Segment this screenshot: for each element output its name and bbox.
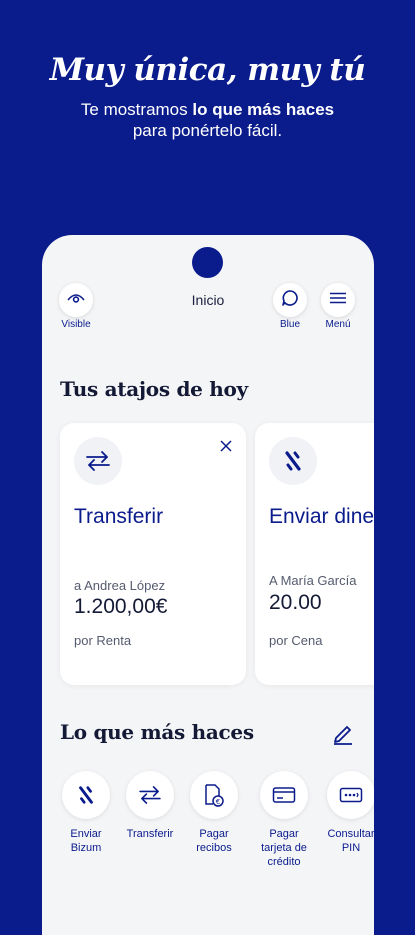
menu-label: Menú <box>325 319 351 330</box>
shortcuts-title: Tus atajos de hoy <box>60 377 248 401</box>
close-icon[interactable] <box>220 439 232 457</box>
quick-action-label: Enviar Bizum <box>70 828 102 854</box>
bizum-icon <box>62 771 110 819</box>
shortcut-card[interactable]: Enviar dinero A María García 20.00 por C… <box>255 423 374 685</box>
hero-subtitle: Te mostramos lo que más haces para ponér… <box>0 99 415 141</box>
card-concept: por Renta <box>74 633 132 648</box>
hero-title: Muy única, muy tú <box>49 52 366 88</box>
svg-text:€: € <box>216 798 220 806</box>
phone-screen: Visible Inicio Blue Menú Tus atajos de h… <box>42 235 374 935</box>
chat-bubble-icon <box>281 289 299 312</box>
menu-button[interactable] <box>321 283 355 317</box>
quick-action-label: Consultar PIN <box>327 828 374 854</box>
hero-subtitle-line2: para ponértelo fácil. <box>132 121 283 140</box>
quick-action-pay-credit-card[interactable]: Pagar tarjeta de crédito <box>251 771 317 869</box>
quick-action-check-pin[interactable]: Consultar PIN <box>318 771 374 855</box>
quick-action-transfer[interactable]: Transferir <box>117 771 183 841</box>
edit-pencil-icon[interactable] <box>332 723 354 750</box>
card-recipient: a Andrea López <box>74 578 166 593</box>
menu-icon <box>329 291 347 309</box>
card-title: Enviar dinero <box>269 505 374 528</box>
quick-action-send-bizum[interactable]: Enviar Bizum <box>53 771 119 855</box>
hero-subtitle-bold: lo que más haces <box>192 100 335 119</box>
blue-button[interactable] <box>273 283 307 317</box>
pin-card-icon <box>327 771 374 819</box>
card-concept: por Cena <box>269 633 323 648</box>
card-amount: 1.200,00€ <box>74 595 168 618</box>
transfer-arrows-icon <box>74 437 122 485</box>
card-title: Transferir <box>74 505 164 528</box>
card-amount: 20.00 <box>269 591 322 614</box>
visible-label: Visible <box>61 319 91 330</box>
shortcut-card[interactable]: Transferir a Andrea López 1.200,00€ por … <box>60 423 246 685</box>
frequent-title: Lo que más haces <box>60 720 254 744</box>
card-recipient: A María García <box>269 573 357 588</box>
quick-action-label: Transferir <box>126 828 174 840</box>
bill-euro-icon: € <box>190 771 238 819</box>
quick-action-label: Pagar tarjeta de crédito <box>261 828 307 868</box>
hero-subtitle-pre: Te mostramos <box>80 100 193 119</box>
quick-action-label: Pagar recibos <box>196 828 232 854</box>
quick-action-pay-bills[interactable]: € Pagar recibos <box>181 771 247 855</box>
camera-notch <box>192 247 223 278</box>
credit-card-icon <box>260 771 308 819</box>
bizum-icon <box>269 437 317 485</box>
transfer-arrows-icon <box>126 771 174 819</box>
